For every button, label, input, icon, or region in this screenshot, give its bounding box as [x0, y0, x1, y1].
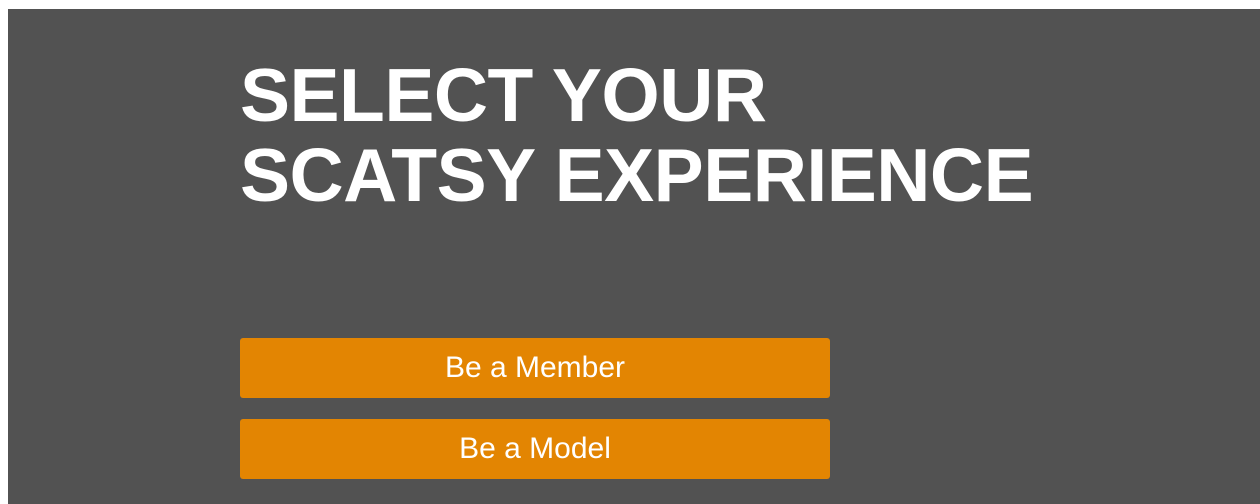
- be-a-model-button[interactable]: Be a Model: [240, 419, 830, 479]
- page-title-line-2: SCATSY EXPERIENCE: [240, 133, 1034, 217]
- experience-panel: SELECT YOUR SCATSY EXPERIENCE Be a Membe…: [8, 9, 1260, 504]
- be-a-member-button[interactable]: Be a Member: [240, 338, 830, 398]
- page-title: SELECT YOUR SCATSY EXPERIENCE: [240, 53, 1034, 217]
- page-title-line-1: SELECT YOUR: [240, 53, 767, 137]
